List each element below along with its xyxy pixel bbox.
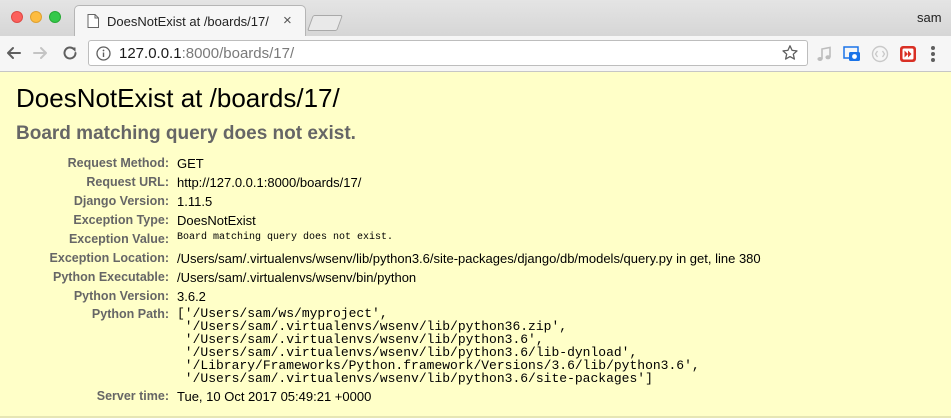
meta-label: Python Version: xyxy=(73,289,169,303)
meta-row-request-url: Request URL: http://127.0.0.1:8000/board… xyxy=(0,174,761,193)
document-icon xyxy=(87,14,99,28)
meta-label: Python Path: xyxy=(91,307,169,321)
star-icon[interactable] xyxy=(781,44,799,62)
python-path-line: '/Users/sam/.virtualenvs/wsenv/lib/pytho… xyxy=(177,371,653,386)
meta-value: Tue, 10 Oct 2017 05:49:21 +0000 xyxy=(177,389,372,404)
tab-close-icon[interactable]: × xyxy=(283,13,292,28)
url-host: 127.0.0.1 xyxy=(119,45,182,62)
meta-row-request-method: Request Method: GET xyxy=(0,155,761,174)
url-path: :8000/boards/17/ xyxy=(181,45,295,62)
code-brackets-extension-icon[interactable] xyxy=(871,45,889,63)
info-icon[interactable] xyxy=(96,46,111,61)
url-text[interactable]: 127.0.0.1:8000/boards/17/ xyxy=(119,45,294,62)
exception-message: Board matching query does not exist. xyxy=(16,123,356,144)
window-close-button[interactable] xyxy=(11,11,23,23)
meta-value: http://127.0.0.1:8000/boards/17/ xyxy=(177,175,362,190)
meta-value: /Users/sam/.virtualenvs/wsenv/bin/python xyxy=(177,270,417,285)
profile-user-name[interactable]: sam xyxy=(917,10,942,25)
meta-value: 1.11.5 xyxy=(177,194,213,209)
music-note-extension-icon[interactable] xyxy=(815,45,833,63)
page-title: DoesNotExist at /boards/17/ xyxy=(16,83,340,113)
meta-value: /Users/sam/.virtualenvs/wsenv/lib/python… xyxy=(177,251,761,266)
window-maximize-button[interactable] xyxy=(49,11,61,23)
meta-row-python-version: Python Version: 3.6.2 xyxy=(0,288,761,307)
screenshot-camera-extension-icon[interactable] xyxy=(843,45,861,63)
more-vertical-icon[interactable] xyxy=(930,45,936,63)
window-minimize-button[interactable] xyxy=(30,11,42,23)
media-skip-extension-icon[interactable] xyxy=(899,45,917,63)
back-arrow-icon[interactable] xyxy=(4,43,24,63)
forward-arrow-icon[interactable] xyxy=(30,43,50,63)
meta-value: 3.6.2 xyxy=(177,289,206,304)
python-path-list: ['/Users/sam/ws/myproject', '/Users/sam/… xyxy=(177,307,761,388)
meta-label: Python Executable: xyxy=(53,270,169,284)
meta-label: Request Method: xyxy=(67,156,169,170)
tab-title: DoesNotExist at /boards/17/ xyxy=(107,14,269,29)
meta-row-django-version: Django Version: 1.11.5 xyxy=(0,193,761,212)
meta-label: Exception Value: xyxy=(68,232,169,246)
meta-value: Board matching query does not exist. xyxy=(177,232,394,243)
meta-row-python-path: Python Path: ['/Users/sam/ws/myproject',… xyxy=(0,307,761,388)
meta-value: DoesNotExist xyxy=(177,213,256,228)
browser-tab-active[interactable]: DoesNotExist at /boards/17/ × xyxy=(74,5,306,36)
meta-row-exception-location: Exception Location: /Users/sam/.virtuale… xyxy=(0,250,761,269)
meta-value: GET xyxy=(177,156,204,171)
meta-label: Django Version: xyxy=(73,194,169,208)
browser-toolbar: 127.0.0.1:8000/boards/17/ xyxy=(0,36,951,72)
address-bar[interactable]: 127.0.0.1:8000/boards/17/ xyxy=(88,40,808,66)
meta-row-python-executable: Python Executable: /Users/sam/.virtualen… xyxy=(0,269,761,288)
meta-row-exception-value: Exception Value: Board matching query do… xyxy=(0,231,761,250)
reload-icon[interactable] xyxy=(60,43,80,63)
meta-label: Request URL: xyxy=(86,175,169,189)
browser-title-bar: DoesNotExist at /boards/17/ × sam xyxy=(0,0,951,36)
error-page: DoesNotExist at /boards/17/ Board matchi… xyxy=(0,73,951,418)
meta-label: Server time: xyxy=(96,389,169,403)
meta-row-server-time: Server time: Tue, 10 Oct 2017 05:49:21 +… xyxy=(0,388,761,407)
new-tab-button[interactable] xyxy=(307,15,343,31)
meta-label: Exception Location: xyxy=(49,251,169,265)
meta-row-exception-type: Exception Type: DoesNotExist xyxy=(0,212,761,231)
request-meta-table: Request Method: GET Request URL: http://… xyxy=(0,155,761,407)
meta-label: Exception Type: xyxy=(73,213,169,227)
